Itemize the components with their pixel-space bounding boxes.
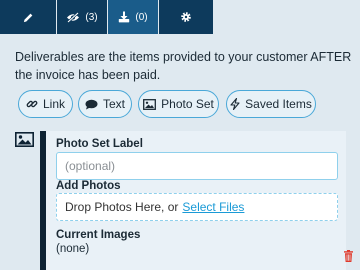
- trash-icon[interactable]: [344, 250, 353, 262]
- tab-bar: (3) (0): [0, 0, 360, 34]
- photo-set-label-input[interactable]: (optional): [56, 152, 338, 180]
- add-link-button[interactable]: Link: [18, 90, 73, 118]
- eye-slash-icon: [67, 11, 80, 23]
- deliverables-description: Deliverables are the items provided to y…: [15, 50, 352, 82]
- saved-items-button[interactable]: Saved Items: [226, 90, 316, 118]
- add-text-label: Text: [102, 97, 125, 111]
- current-images-value: (none): [56, 243, 90, 255]
- download-icon: [119, 11, 130, 23]
- image-icon: [143, 98, 157, 110]
- tab-settings[interactable]: [159, 0, 213, 34]
- photo-drop-zone[interactable]: Drop Photos Here, or Select Files: [56, 193, 338, 221]
- bolt-icon: [230, 98, 240, 110]
- photo-set-panel: Photo Set Label (optional) Add Photos Dr…: [40, 131, 346, 270]
- current-images-heading: Current Images: [56, 229, 141, 241]
- add-photo-set-label: Photo Set: [161, 97, 214, 111]
- photo-set-label-heading: Photo Set Label: [56, 138, 143, 150]
- add-photos-heading: Add Photos: [56, 180, 121, 192]
- saved-items-label: Saved Items: [245, 97, 312, 111]
- link-icon: [26, 100, 38, 108]
- tab-edit[interactable]: [0, 0, 56, 34]
- tab-hidden[interactable]: (3): [57, 0, 107, 34]
- gear-icon: [181, 12, 191, 22]
- add-photo-set-button[interactable]: Photo Set: [138, 90, 219, 118]
- speech-bubble-icon: [85, 99, 98, 109]
- pencil-icon: [23, 13, 32, 22]
- select-files-link[interactable]: Select Files: [182, 200, 244, 214]
- tab-deliverables[interactable]: (0): [108, 0, 158, 34]
- add-text-button[interactable]: Text: [78, 90, 132, 118]
- photo-set-icon: [15, 132, 34, 147]
- tab-deliverables-count: (0): [135, 11, 148, 23]
- tab-hidden-count: (3): [85, 11, 98, 23]
- add-link-label: Link: [42, 97, 65, 111]
- photo-set-label-placeholder: (optional): [65, 159, 116, 173]
- drop-zone-text: Drop Photos Here, or: [65, 200, 179, 214]
